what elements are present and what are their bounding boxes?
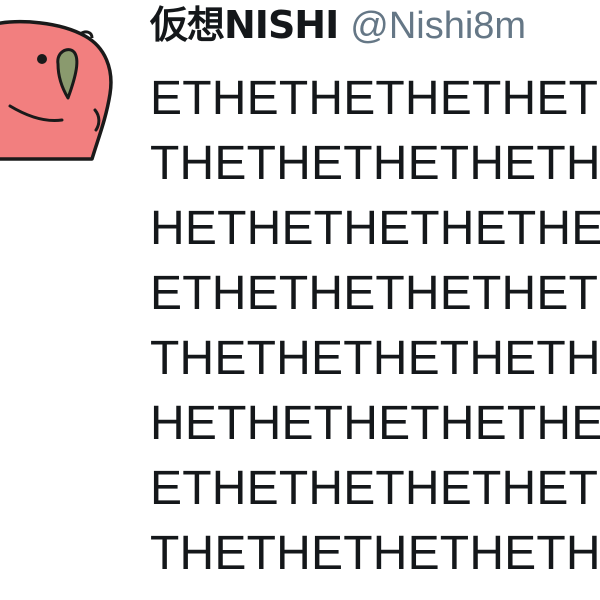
- tweet-text-line: THETHETHETHETHETHE: [150, 527, 600, 580]
- tweet-text-line: THETHETHETHETHETHE: [150, 332, 600, 385]
- tweet-text: ETHETHETHETHETHETH THETHETHETHETHETHE HE…: [150, 68, 600, 588]
- author-avatar[interactable]: [0, 14, 122, 166]
- parrot-avatar-icon: [0, 19, 113, 161]
- author-handle[interactable]: @Nishi8m: [350, 5, 526, 47]
- tweet-text-line: HETHETHETHETHETHET: [150, 397, 600, 450]
- tweet-text-line: HETHETHETHETHETHET: [150, 202, 600, 255]
- author-display-name[interactable]: 仮想NISHI: [150, 3, 339, 47]
- tweet-text-line: THETHETHETHETHETHE: [150, 137, 600, 190]
- tweet-header: 仮想NISHI @Nishi8m: [150, 2, 526, 48]
- tweet-text-line: ETHETHETHETHETHETH: [150, 462, 600, 515]
- tweet: 仮想NISHI @Nishi8m ETHETHETHETHETHETH THETH…: [0, 0, 600, 600]
- tweet-text-line: ETHETHETHETHETHETH: [150, 267, 600, 320]
- tweet-text-line: ETHETHETHETHETHETH: [150, 72, 600, 125]
